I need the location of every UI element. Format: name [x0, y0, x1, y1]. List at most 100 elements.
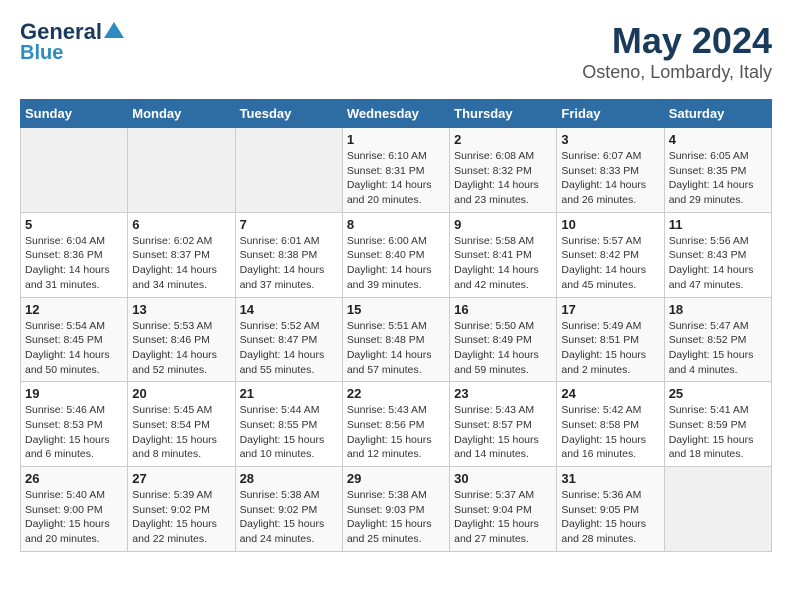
day-detail: Sunrise: 6:07 AM Sunset: 8:33 PM Dayligh…: [561, 149, 659, 208]
day-detail: Sunrise: 6:04 AM Sunset: 8:36 PM Dayligh…: [25, 234, 123, 293]
day-number: 12: [25, 302, 123, 317]
day-number: 16: [454, 302, 552, 317]
day-number: 17: [561, 302, 659, 317]
calendar-cell: 31Sunrise: 5:36 AM Sunset: 9:05 PM Dayli…: [557, 467, 664, 552]
calendar-cell: 7 Sunrise: 6:01 AM Sunset: 8:38 PM Daylig…: [235, 212, 342, 297]
calendar-cell: 18 Sunrise: 5:47 AM Sunset: 8:52 PM Dayli…: [664, 297, 771, 382]
calendar-cell: 19Sunrise: 5:46 AM Sunset: 8:53 PM Dayli…: [21, 382, 128, 467]
calendar-cell: 13Sunrise: 5:53 AM Sunset: 8:46 PM Dayli…: [128, 297, 235, 382]
day-number: 10: [561, 217, 659, 232]
calendar-cell: 1 Sunrise: 6:10 AM Sunset: 8:31 PM Daylig…: [342, 128, 449, 213]
day-number: 22: [347, 386, 445, 401]
day-number: 1: [347, 132, 445, 147]
calendar-week-5: 26 Sunrise: 5:40 AM Sunset: 9:00 PM Dayli…: [21, 467, 772, 552]
day-detail: Sunrise: 5:51 AM Sunset: 8:48 PM Dayligh…: [347, 319, 445, 378]
day-detail: Sunrise: 5:39 AM Sunset: 9:02 PM Dayligh…: [132, 488, 230, 547]
day-number: 27: [132, 471, 230, 486]
day-number: 11: [669, 217, 767, 232]
calendar-cell: 5 Sunrise: 6:04 AM Sunset: 8:36 PM Daylig…: [21, 212, 128, 297]
day-detail: Sunrise: 6:05 AM Sunset: 8:35 PM Dayligh…: [669, 149, 767, 208]
day-detail: Sunrise: 5:40 AM Sunset: 9:00 PM Dayligh…: [25, 488, 123, 547]
day-number: 25: [669, 386, 767, 401]
calendar-cell: 10Sunrise: 5:57 AM Sunset: 8:42 PM Dayli…: [557, 212, 664, 297]
day-number: 9: [454, 217, 552, 232]
day-detail: Sunrise: 5:38 AM Sunset: 9:02 PM Dayligh…: [240, 488, 338, 547]
day-number: 14: [240, 302, 338, 317]
calendar-cell: 12 Sunrise: 5:54 AM Sunset: 8:45 PM Dayli…: [21, 297, 128, 382]
day-number: 19: [25, 386, 123, 401]
calendar-cell: 8 Sunrise: 6:00 AM Sunset: 8:40 PM Daylig…: [342, 212, 449, 297]
calendar-cell: 14 Sunrise: 5:52 AM Sunset: 8:47 PM Dayli…: [235, 297, 342, 382]
day-detail: Sunrise: 5:42 AM Sunset: 8:58 PM Dayligh…: [561, 403, 659, 462]
calendar-cell: [235, 128, 342, 213]
day-header-thursday: Thursday: [450, 100, 557, 128]
calendar-cell: 3 Sunrise: 6:07 AM Sunset: 8:33 PM Daylig…: [557, 128, 664, 213]
calendar-cell: 30Sunrise: 5:37 AM Sunset: 9:04 PM Dayli…: [450, 467, 557, 552]
logo-blue: Blue: [20, 42, 63, 64]
day-detail: Sunrise: 5:43 AM Sunset: 8:57 PM Dayligh…: [454, 403, 552, 462]
calendar-cell: 4 Sunrise: 6:05 AM Sunset: 8:35 PM Daylig…: [664, 128, 771, 213]
day-number: 5: [25, 217, 123, 232]
day-detail: Sunrise: 5:56 AM Sunset: 8:43 PM Dayligh…: [669, 234, 767, 293]
day-number: 21: [240, 386, 338, 401]
calendar-cell: 23Sunrise: 5:43 AM Sunset: 8:57 PM Dayli…: [450, 382, 557, 467]
day-number: 15: [347, 302, 445, 317]
logo: General Blue: [20, 20, 124, 64]
calendar-cell: 21Sunrise: 5:44 AM Sunset: 8:55 PM Dayli…: [235, 382, 342, 467]
calendar-cell: 24 Sunrise: 5:42 AM Sunset: 8:58 PM Dayli…: [557, 382, 664, 467]
day-detail: Sunrise: 5:54 AM Sunset: 8:45 PM Dayligh…: [25, 319, 123, 378]
day-number: 6: [132, 217, 230, 232]
day-detail: Sunrise: 6:08 AM Sunset: 8:32 PM Dayligh…: [454, 149, 552, 208]
day-detail: Sunrise: 5:49 AM Sunset: 8:51 PM Dayligh…: [561, 319, 659, 378]
day-detail: Sunrise: 5:36 AM Sunset: 9:05 PM Dayligh…: [561, 488, 659, 547]
calendar-week-1: 1 Sunrise: 6:10 AM Sunset: 8:31 PM Daylig…: [21, 128, 772, 213]
calendar-week-2: 5 Sunrise: 6:04 AM Sunset: 8:36 PM Daylig…: [21, 212, 772, 297]
day-number: 4: [669, 132, 767, 147]
calendar-header-row: SundayMondayTuesdayWednesdayThursdayFrid…: [21, 100, 772, 128]
day-number: 30: [454, 471, 552, 486]
day-detail: Sunrise: 5:52 AM Sunset: 8:47 PM Dayligh…: [240, 319, 338, 378]
day-number: 18: [669, 302, 767, 317]
day-detail: Sunrise: 5:58 AM Sunset: 8:41 PM Dayligh…: [454, 234, 552, 293]
day-number: 2: [454, 132, 552, 147]
day-header-tuesday: Tuesday: [235, 100, 342, 128]
day-detail: Sunrise: 5:41 AM Sunset: 8:59 PM Dayligh…: [669, 403, 767, 462]
calendar-cell: 17 Sunrise: 5:49 AM Sunset: 8:51 PM Dayli…: [557, 297, 664, 382]
day-detail: Sunrise: 6:01 AM Sunset: 8:38 PM Dayligh…: [240, 234, 338, 293]
day-detail: Sunrise: 6:10 AM Sunset: 8:31 PM Dayligh…: [347, 149, 445, 208]
day-header-saturday: Saturday: [664, 100, 771, 128]
calendar-cell: [21, 128, 128, 213]
calendar-week-4: 19Sunrise: 5:46 AM Sunset: 8:53 PM Dayli…: [21, 382, 772, 467]
calendar-cell: 28 Sunrise: 5:38 AM Sunset: 9:02 PM Dayli…: [235, 467, 342, 552]
day-detail: Sunrise: 6:00 AM Sunset: 8:40 PM Dayligh…: [347, 234, 445, 293]
day-detail: Sunrise: 5:38 AM Sunset: 9:03 PM Dayligh…: [347, 488, 445, 547]
page-title: May 2024: [582, 20, 772, 62]
day-detail: Sunrise: 5:47 AM Sunset: 8:52 PM Dayligh…: [669, 319, 767, 378]
day-header-sunday: Sunday: [21, 100, 128, 128]
calendar-cell: 27 Sunrise: 5:39 AM Sunset: 9:02 PM Dayli…: [128, 467, 235, 552]
calendar-week-3: 12 Sunrise: 5:54 AM Sunset: 8:45 PM Dayli…: [21, 297, 772, 382]
day-number: 28: [240, 471, 338, 486]
day-number: 7: [240, 217, 338, 232]
calendar-cell: 26 Sunrise: 5:40 AM Sunset: 9:00 PM Dayli…: [21, 467, 128, 552]
calendar-cell: 16 Sunrise: 5:50 AM Sunset: 8:49 PM Dayli…: [450, 297, 557, 382]
day-number: 3: [561, 132, 659, 147]
calendar-cell: 6Sunrise: 6:02 AM Sunset: 8:37 PM Daylig…: [128, 212, 235, 297]
day-header-monday: Monday: [128, 100, 235, 128]
day-detail: Sunrise: 5:50 AM Sunset: 8:49 PM Dayligh…: [454, 319, 552, 378]
day-header-wednesday: Wednesday: [342, 100, 449, 128]
calendar-cell: 15 Sunrise: 5:51 AM Sunset: 8:48 PM Dayli…: [342, 297, 449, 382]
day-detail: Sunrise: 5:45 AM Sunset: 8:54 PM Dayligh…: [132, 403, 230, 462]
page-header: General Blue May 2024 Osteno, Lombardy, …: [20, 20, 772, 83]
calendar-cell: [128, 128, 235, 213]
calendar-cell: 25 Sunrise: 5:41 AM Sunset: 8:59 PM Dayli…: [664, 382, 771, 467]
calendar-table: SundayMondayTuesdayWednesdayThursdayFrid…: [20, 99, 772, 552]
day-number: 26: [25, 471, 123, 486]
day-number: 20: [132, 386, 230, 401]
calendar-cell: 11 Sunrise: 5:56 AM Sunset: 8:43 PM Dayli…: [664, 212, 771, 297]
day-number: 24: [561, 386, 659, 401]
day-number: 8: [347, 217, 445, 232]
calendar-cell: [664, 467, 771, 552]
title-block: May 2024 Osteno, Lombardy, Italy: [582, 20, 772, 83]
calendar-cell: 20 Sunrise: 5:45 AM Sunset: 8:54 PM Dayli…: [128, 382, 235, 467]
